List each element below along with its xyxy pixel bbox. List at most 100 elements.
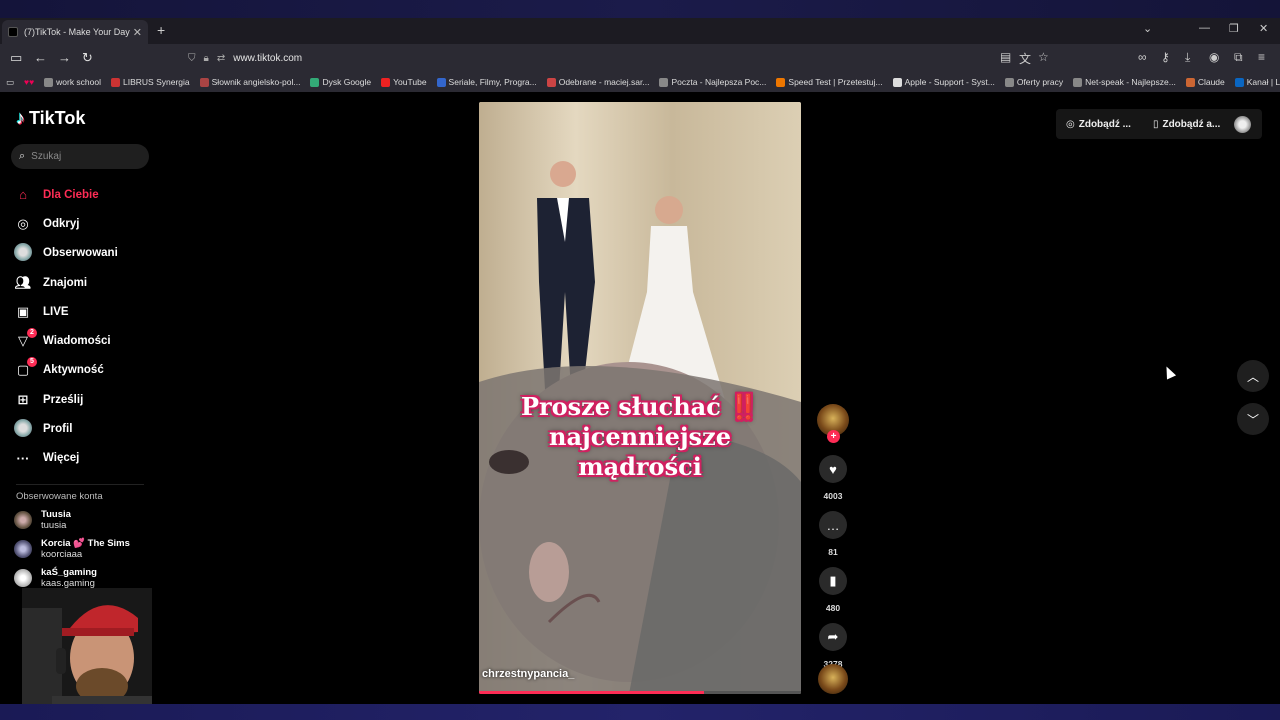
tiktok-logo[interactable]: ♪ TikTok: [16, 108, 85, 129]
bookmark-item[interactable]: work school: [44, 77, 101, 87]
menu-icon[interactable]: ≡: [1258, 50, 1265, 64]
minimize-icon[interactable]: —: [1199, 22, 1210, 34]
sidebar-item-more[interactable]: ··· Więcej: [14, 444, 154, 473]
downloads-icon[interactable]: ⤓: [1185, 50, 1190, 65]
avatar: [14, 569, 32, 587]
bookmark-item[interactable]: Oferty pracy: [1004, 77, 1063, 87]
bookmark-label: Dysk Google: [322, 77, 372, 87]
creator-avatar[interactable]: +: [817, 404, 849, 443]
heart-icon: ♥: [819, 455, 847, 483]
user-avatar[interactable]: [1234, 116, 1251, 133]
sidebar-item-for-you[interactable]: ⌂ Dla Ciebie: [14, 180, 154, 209]
comment-button[interactable]: … 81: [815, 511, 851, 557]
close-tab-icon[interactable]: ✕: [133, 26, 142, 39]
get-coins-button[interactable]: ◎ Zdobądź ...: [1066, 119, 1131, 130]
like-button[interactable]: ♥ 4003: [815, 455, 851, 501]
bookmark-hearts-icon[interactable]: ♥♥: [24, 77, 34, 87]
bookmark-item[interactable]: LIBRUS Synergia: [111, 77, 190, 87]
tab-title: (7)TikTok - Make Your Day: [24, 27, 130, 37]
bookmark-favicon-icon: [44, 77, 54, 87]
bookmark-item[interactable]: Dysk Google: [310, 77, 371, 87]
sidebar-toggle-icon[interactable]: ▭: [10, 50, 22, 66]
sidebar-item-messages[interactable]: ▽ 2 Wiadomości: [14, 326, 154, 355]
bookmark-item[interactable]: Apple - Support - Syst...: [892, 77, 995, 87]
activity-badge: 5: [27, 357, 37, 368]
browser-nav-bar: ▭ ← → ↻ ⛉ 🔒︎ ⇄ www.tiktok.com ▤ 文 ☆ ∞ ⚷ …: [0, 44, 1280, 72]
tab-list-icon[interactable]: ⌄: [1143, 22, 1152, 35]
search-input[interactable]: ⌕ Szukaj: [11, 144, 149, 169]
sidebar-item-label: Dla Ciebie: [43, 188, 99, 201]
maximize-icon[interactable]: ❐: [1229, 22, 1239, 35]
tiktok-page: ♪ TikTok ⌕ Szukaj ⌂ Dla Ciebie ◎ Odkryj …: [0, 92, 1280, 704]
browser-tab-bar: (7)TikTok - Make Your Day ✕ + ⌄ — ❐ ✕: [0, 18, 1280, 44]
sidebar-item-explore[interactable]: ◎ Odkryj: [14, 209, 154, 238]
streamer-image: [22, 588, 152, 704]
translate-icon[interactable]: 文: [1019, 50, 1031, 67]
account-name: Korcia 💕 The Sims: [41, 538, 130, 549]
reload-icon[interactable]: ↻: [82, 50, 93, 66]
sidebar-item-activity[interactable]: ▢ 5 Aktywność: [14, 356, 154, 385]
account-username: tuusia: [41, 520, 67, 531]
address-bar[interactable]: ⛉ 🔒︎ ⇄ www.tiktok.com: [178, 48, 1058, 68]
bookmark-item[interactable]: Claude: [1185, 77, 1225, 87]
permissions-icon[interactable]: ⇄: [217, 53, 225, 64]
passwords-key-icon[interactable]: ⚷: [1161, 50, 1170, 64]
bookmark-label: Odebrane - maciej.sar...: [558, 77, 650, 87]
get-app-button[interactable]: ▯ Zdobądź a...: [1153, 119, 1220, 130]
sidebar-item-upload[interactable]: ⊞ Prześlij: [14, 385, 154, 414]
activity-icon: ▢ 5: [14, 357, 37, 378]
save-button[interactable]: ▮ 480: [815, 567, 851, 613]
share-button[interactable]: ➦ 3278: [815, 623, 851, 669]
back-icon[interactable]: ←: [34, 50, 47, 65]
bookmark-favicon-icon: [776, 77, 786, 87]
follow-plus-icon[interactable]: +: [827, 430, 840, 443]
next-video-button[interactable]: ﹀: [1237, 403, 1269, 435]
music-disc-icon[interactable]: [818, 664, 848, 694]
bookmark-label: Seriale, Filmy, Progra...: [448, 77, 537, 87]
following-account[interactable]: kaŚ_gaming kaas.gaming: [14, 567, 97, 589]
bookmark-favicon-icon: [310, 77, 320, 87]
comment-count: 81: [828, 547, 838, 557]
search-placeholder: Szukaj: [31, 151, 62, 162]
extension-glasses-icon[interactable]: ∞: [1138, 50, 1147, 64]
phone-icon: ▯: [1152, 118, 1159, 130]
search-icon: ⌕: [19, 150, 26, 162]
more-icon: ···: [16, 450, 30, 466]
sidebar-item-label: LIVE: [43, 305, 69, 318]
sidebar-item-friends[interactable]: 👥︎ Znajomi: [14, 268, 154, 297]
bookmark-favicon-icon: [892, 77, 902, 87]
bookmark-item[interactable]: Słownik angielsko-pol...: [199, 77, 300, 87]
forward-icon[interactable]: →: [58, 50, 71, 65]
following-account[interactable]: Korcia 💕 The Sims koorciaaa: [14, 538, 130, 560]
account-icon[interactable]: ◉: [1209, 50, 1219, 64]
reader-view-icon[interactable]: ▤: [1000, 50, 1011, 64]
bookmark-item[interactable]: Seriale, Filmy, Progra...: [436, 77, 537, 87]
profile-icon: [14, 418, 32, 440]
sidebar-item-label: Więcej: [43, 452, 80, 465]
following-account[interactable]: Tuusia tuusia: [14, 509, 71, 531]
avatar: [14, 511, 32, 529]
bookmark-item[interactable]: YouTube: [381, 77, 427, 87]
avatar: [14, 540, 32, 558]
bookmark-item[interactable]: Kanał | LinkedIn: [1234, 77, 1280, 87]
bookmark-item[interactable]: Speed Test | Przetestuj...: [776, 77, 883, 87]
sidebar-item-profile[interactable]: Profil: [14, 414, 154, 443]
video-progress-bar[interactable]: [479, 691, 801, 694]
bookmark-item[interactable]: Poczta - Najlepsza Poc...: [659, 77, 766, 87]
sidebar-item-following[interactable]: Obserwowani: [14, 239, 154, 268]
extensions-icon[interactable]: ⧉: [1234, 50, 1243, 65]
previous-video-button[interactable]: ︿: [1237, 360, 1269, 392]
bookmark-manager-icon[interactable]: ▭: [6, 77, 14, 88]
bookmark-label: work school: [56, 77, 102, 87]
video-author[interactable]: chrzestnypancia_: [482, 668, 574, 680]
close-window-icon[interactable]: ✕: [1259, 22, 1268, 35]
bookmark-item[interactable]: Net-speak - Najlepsze...: [1073, 77, 1176, 87]
bookmark-item[interactable]: Odebrane - maciej.sar...: [546, 77, 650, 87]
account-name: kaŚ_gaming: [41, 567, 97, 578]
browser-tab[interactable]: (7)TikTok - Make Your Day ✕: [2, 20, 148, 44]
chevron-up-icon: ︿: [1246, 369, 1259, 384]
video-player[interactable]: Prosze słuchać ‼️ najcenniejsze mądrości…: [479, 102, 801, 694]
new-tab-icon[interactable]: +: [157, 22, 165, 38]
bookmark-star-icon[interactable]: ☆: [1038, 50, 1049, 64]
sidebar-item-live[interactable]: ▣ LIVE: [14, 297, 154, 326]
